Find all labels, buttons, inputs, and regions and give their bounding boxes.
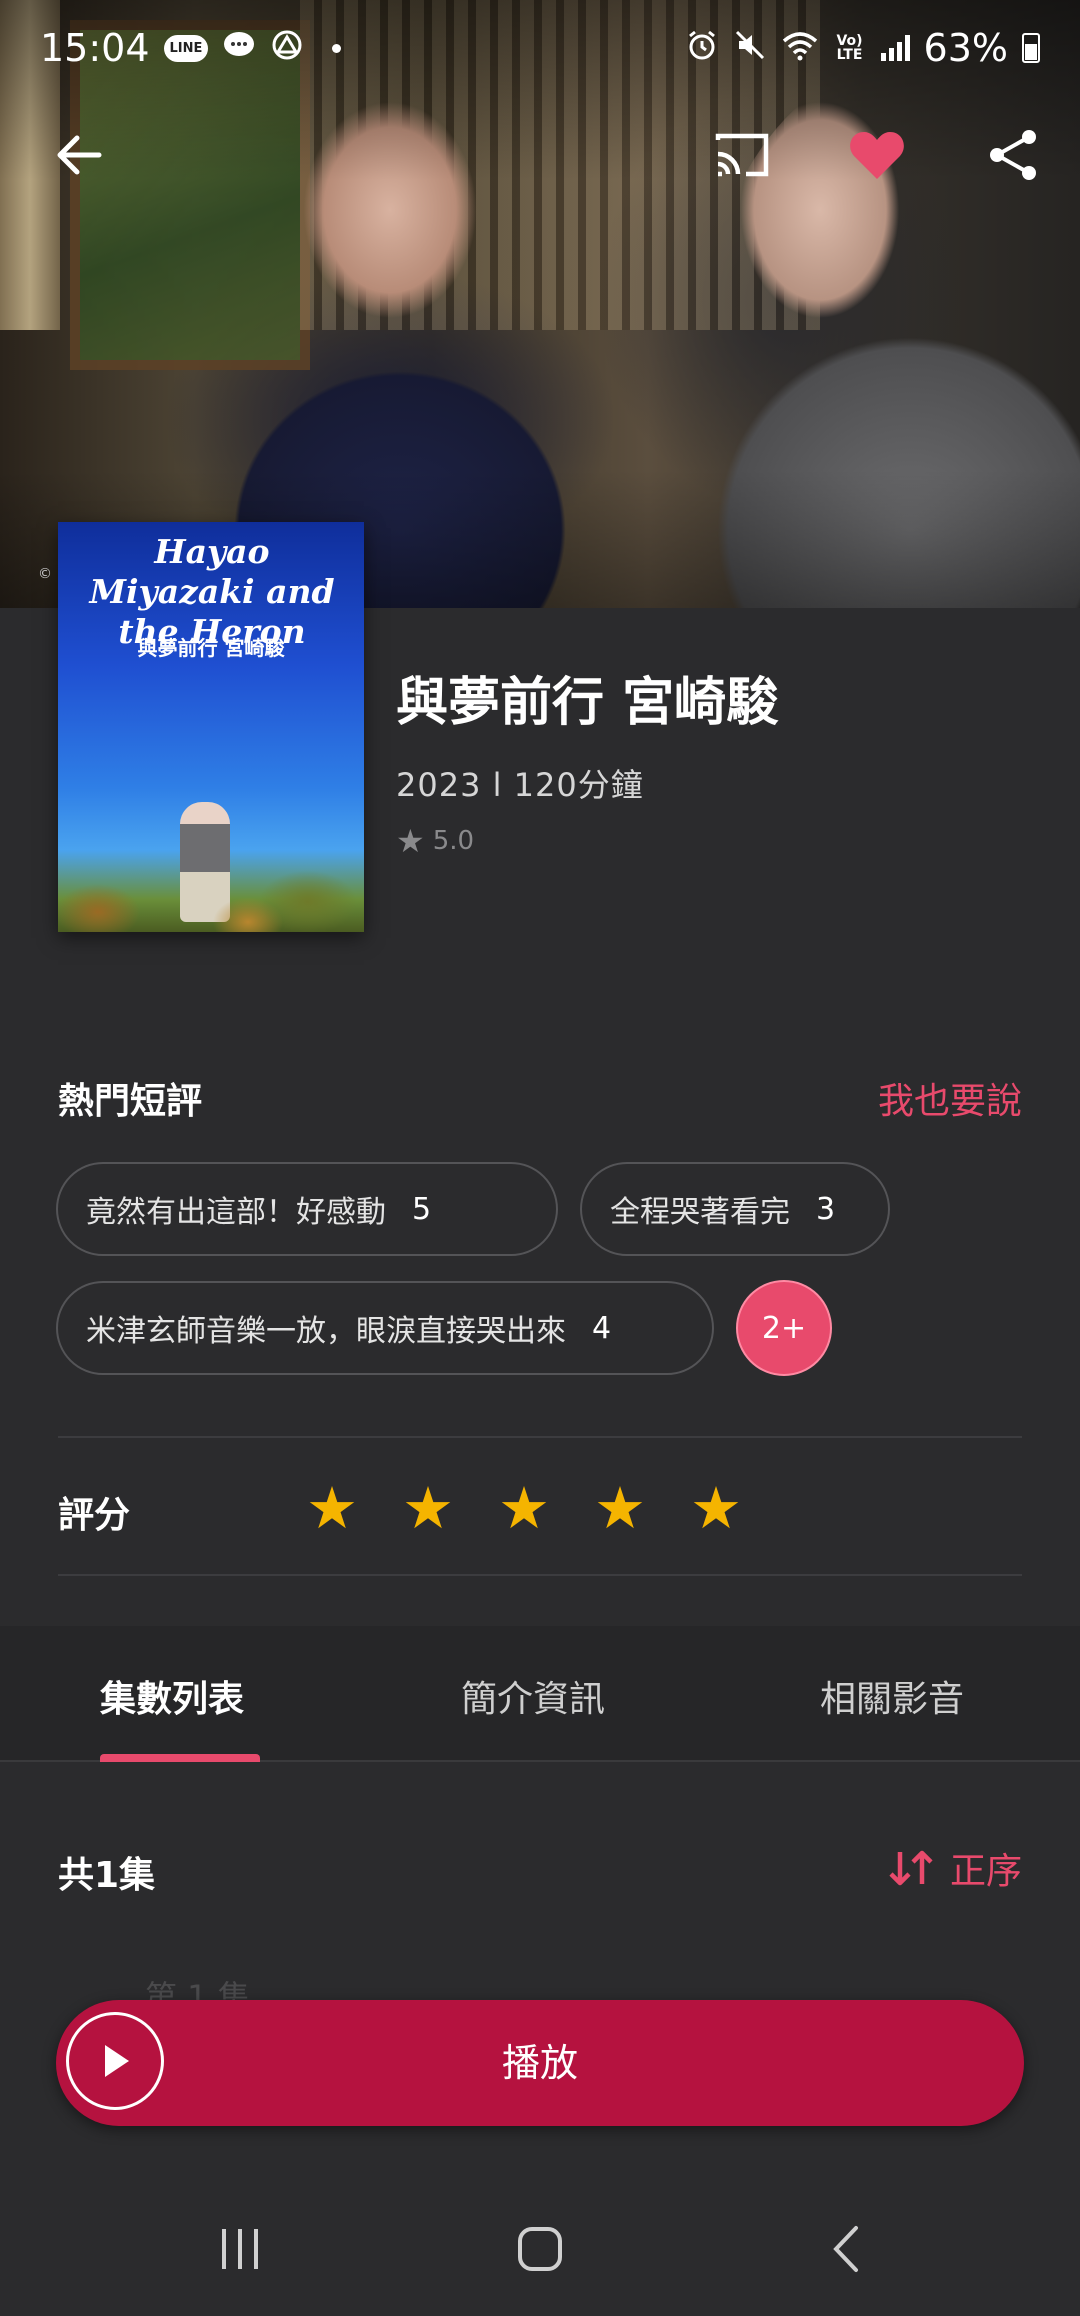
status-bar: 15:04 LINE Vo) LTE 63%	[0, 0, 1080, 96]
movie-rating: ★ 5.0	[396, 822, 474, 860]
rating-value: 5.0	[432, 826, 475, 856]
more-comments-button[interactable]: 2+	[736, 1280, 832, 1376]
score-label: 評分	[58, 1495, 131, 1536]
chip-row: 竟然有出這部！好感動 5 全程哭著看完 3	[56, 1162, 1036, 1256]
poster-trees	[58, 862, 364, 932]
divider	[58, 1574, 1022, 1576]
battery-icon	[1022, 33, 1040, 63]
signal-strength-icon	[880, 35, 910, 61]
home-icon	[518, 2227, 562, 2271]
score-star-3-icon[interactable]: ★	[498, 1470, 550, 1546]
comment-chip-text: 全程哭著看完	[610, 1195, 790, 1230]
active-tab-indicator	[100, 1754, 260, 1762]
movie-title: 與夢前行 宮崎駿	[396, 673, 779, 733]
status-left: 15:04 LINE	[40, 26, 342, 70]
comment-chip-text: 竟然有出這部！好感動	[86, 1195, 386, 1230]
top-action-bar	[0, 110, 1080, 200]
chip-row: 米津玄師音樂一放，眼淚直接哭出來 4 2+	[56, 1280, 1036, 1376]
score-star-rating: ★ ★ ★ ★ ★	[306, 1470, 742, 1546]
more-notifications-dot-icon	[332, 43, 342, 53]
tab-related[interactable]: 相關影音	[820, 1670, 964, 1722]
back-arrow-icon	[57, 135, 102, 175]
share-icon	[990, 130, 1036, 180]
favorite-button[interactable]	[832, 110, 922, 200]
recent-apps-icon	[222, 2229, 258, 2269]
poster-subtitle: 與夢前行 宮崎駿	[137, 636, 285, 660]
status-time: 15:04	[40, 26, 150, 70]
score-star-4-icon[interactable]: ★	[594, 1470, 646, 1546]
rating-star-icon: ★	[396, 822, 425, 860]
share-button[interactable]	[968, 110, 1058, 200]
home-button[interactable]	[500, 2214, 580, 2284]
system-nav-bar	[0, 2180, 1080, 2316]
comment-chip[interactable]: 米津玄師音樂一放，眼淚直接哭出來 4	[56, 1281, 714, 1375]
wifi-icon	[781, 29, 819, 68]
sort-toggle[interactable]: 正序	[888, 1842, 1022, 1894]
comment-chip-text: 米津玄師音樂一放，眼淚直接哭出來	[86, 1314, 566, 1349]
sort-label: 正序	[949, 1851, 1022, 1892]
comment-chip-count: 4	[592, 1310, 612, 1346]
tab-info[interactable]: 簡介資訊	[461, 1670, 605, 1722]
volte-label: Vo) LTE	[836, 33, 863, 63]
tab-bar: 集數列表 簡介資訊 相關影音	[0, 1626, 1080, 1762]
system-back-button[interactable]	[806, 2214, 886, 2284]
hot-comments-title: 熱門短評	[58, 1081, 203, 1122]
tab-episodes[interactable]: 集數列表	[100, 1670, 244, 1722]
cast-icon	[715, 133, 769, 177]
score-star-5-icon[interactable]: ★	[690, 1470, 742, 1546]
battery-percent: 63%	[923, 26, 1008, 70]
app-notification-icon	[270, 30, 304, 67]
sort-icon	[889, 1850, 933, 1886]
cast-button[interactable]	[697, 110, 787, 200]
chat-notification-icon	[222, 30, 256, 67]
back-button[interactable]	[34, 110, 124, 200]
comment-chips: 竟然有出這部！好感動 5 全程哭著看完 3 米津玄師音樂一放，眼淚直接哭出來 4…	[56, 1162, 1036, 1400]
copyright-mark: ©	[38, 566, 52, 582]
score-star-1-icon[interactable]: ★	[306, 1470, 358, 1546]
status-right: Vo) LTE 63%	[685, 26, 1040, 70]
comment-chip-count: 5	[412, 1191, 432, 1227]
alarm-icon	[685, 28, 719, 69]
heart-icon	[850, 132, 904, 179]
divider	[58, 1436, 1022, 1438]
comment-chip-count: 3	[816, 1191, 836, 1227]
system-back-icon	[833, 2226, 858, 2272]
add-comment-link[interactable]: 我也要說	[878, 1072, 1022, 1124]
play-label: 播放	[501, 2041, 578, 2085]
episode-count: 共1集	[58, 1855, 156, 1896]
mute-icon	[733, 28, 767, 69]
recent-apps-button[interactable]	[200, 2214, 280, 2284]
movie-meta: 2023 l 120分鐘	[396, 766, 644, 804]
comment-chip[interactable]: 竟然有出這部！好感動 5	[56, 1162, 558, 1256]
comment-chip[interactable]: 全程哭著看完 3	[580, 1162, 890, 1256]
score-star-2-icon[interactable]: ★	[402, 1470, 454, 1546]
movie-poster: Hayao Miyazaki and the Heron 與夢前行 宮崎駿	[58, 522, 364, 932]
play-button[interactable]: 播放	[56, 2000, 1024, 2126]
line-notification-icon: LINE	[163, 34, 209, 62]
